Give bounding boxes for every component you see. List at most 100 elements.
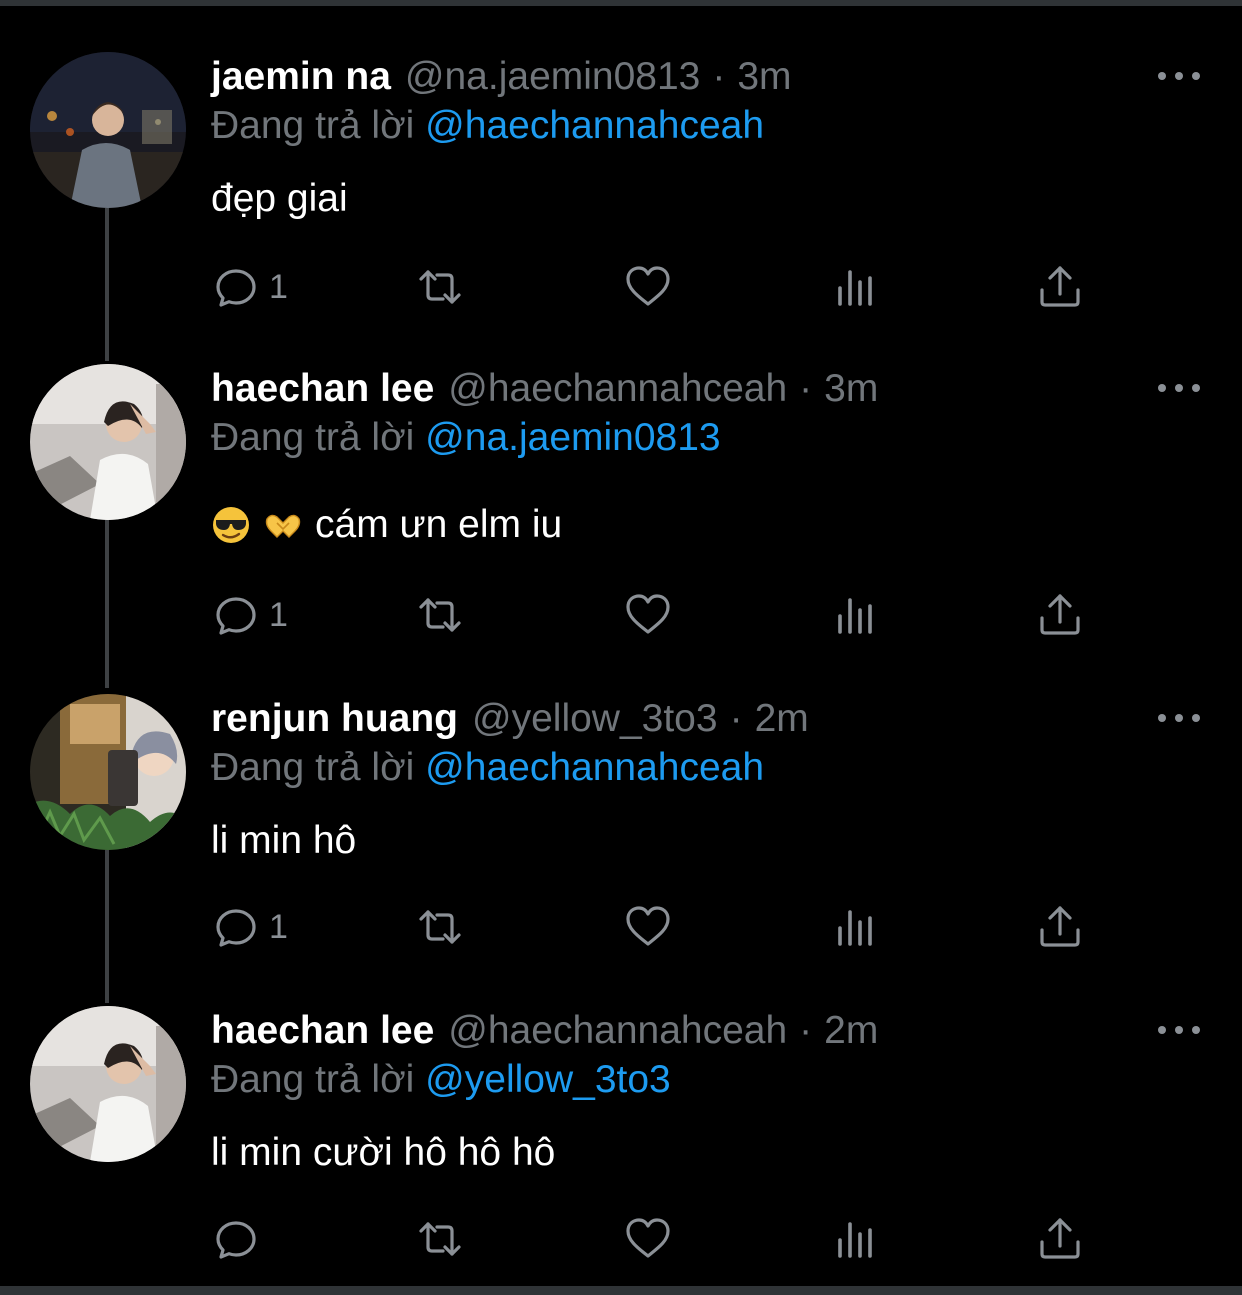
thread-connector (105, 848, 109, 1003)
views-button[interactable] (831, 590, 881, 640)
reply-icon (216, 269, 256, 307)
retweet-icon (419, 910, 461, 944)
replying-to: Đang trả lời @yellow_3to3 (211, 1058, 671, 1102)
replying-to-handle[interactable]: @haechannahceah (425, 746, 764, 789)
share-icon (1040, 266, 1080, 307)
avatar[interactable] (30, 52, 186, 208)
bottom-divider (0, 1286, 1242, 1295)
reply-button[interactable]: 1 (211, 590, 288, 640)
reply-count: 1 (269, 267, 288, 306)
timestamp[interactable]: 3m (737, 55, 791, 99)
reply-icon (216, 1221, 256, 1259)
separator-dot: · (799, 367, 813, 410)
replying-to: Đang trả lời @haechannahceah (211, 746, 764, 790)
like-button[interactable] (623, 1214, 673, 1264)
tweet-text: cám ưn elm iu (211, 502, 562, 548)
tweet-text: li min hô (211, 818, 356, 864)
like-icon (626, 1218, 670, 1258)
separator-dot: · (799, 1009, 813, 1052)
timestamp[interactable]: 2m (755, 697, 809, 741)
share-button[interactable] (1035, 902, 1085, 952)
avatar[interactable] (30, 694, 186, 850)
tweet-text-content: li min cười hô hô hô (211, 1131, 556, 1174)
retweet-button[interactable] (415, 1214, 465, 1264)
replying-to-handle[interactable]: @yellow_3to3 (425, 1058, 671, 1101)
share-icon (1040, 906, 1080, 947)
views-button[interactable] (831, 1214, 881, 1264)
tweet-text-content: li min hô (211, 819, 357, 862)
like-button[interactable] (623, 590, 673, 640)
tweet-text: li min cười hô hô hô (211, 1130, 555, 1176)
reply-count: 1 (269, 595, 288, 634)
views-button[interactable] (831, 262, 881, 312)
reply-icon (216, 909, 256, 947)
action-bar: 1 (211, 902, 1111, 952)
separator-dot: · (729, 697, 743, 740)
thread-connector (105, 206, 109, 361)
retweet-button[interactable] (415, 262, 465, 312)
replying-to-handle[interactable]: @haechannahceah (425, 104, 764, 147)
thread-connector (105, 518, 109, 688)
timestamp[interactable]: 2m (824, 1009, 878, 1053)
share-button[interactable] (1035, 262, 1085, 312)
reply-button[interactable]: 1 (211, 262, 288, 312)
action-bar: 1 (211, 262, 1111, 312)
retweet-button[interactable] (415, 590, 465, 640)
retweet-icon (419, 598, 461, 632)
replying-to: Đang trả lời @haechannahceah (211, 104, 764, 148)
like-icon (626, 594, 670, 634)
share-button[interactable] (1035, 1214, 1085, 1264)
tweet-header: jaemin na @na.jaemin0813 · 3m (211, 52, 792, 102)
more-options-icon[interactable] (1158, 706, 1200, 730)
top-divider (0, 0, 1242, 6)
reply-count: 1 (269, 907, 288, 946)
retweet-button[interactable] (415, 902, 465, 952)
user-handle[interactable]: @haechannahceah (448, 367, 787, 411)
replying-to-label: Đang trả lời (211, 1058, 415, 1101)
reply-button[interactable]: 1 (211, 902, 288, 952)
replying-to-handle[interactable]: @na.jaemin0813 (425, 416, 720, 459)
retweet-icon (419, 1222, 461, 1256)
user-handle[interactable]: @haechannahceah (448, 1009, 787, 1053)
avatar[interactable] (30, 364, 186, 520)
action-bar: 1 (211, 590, 1111, 640)
tweet-text-content: đẹp giai (211, 177, 348, 220)
views-icon (838, 910, 872, 946)
more-options-icon[interactable] (1158, 1018, 1200, 1042)
replying-to-label: Đang trả lời (211, 104, 415, 147)
tweet-text-content: cám ưn elm iu (315, 503, 563, 546)
more-options-icon[interactable] (1158, 64, 1200, 88)
replying-to-label: Đang trả lời (211, 416, 415, 459)
display-name[interactable]: renjun huang (211, 697, 458, 741)
share-button[interactable] (1035, 590, 1085, 640)
display-name[interactable]: haechan lee (211, 1009, 434, 1053)
tweet-header: haechan lee @haechannahceah · 2m (211, 1006, 878, 1056)
views-icon (838, 270, 872, 306)
separator-dot: · (712, 55, 726, 98)
share-icon (1040, 594, 1080, 635)
avatar[interactable] (30, 1006, 186, 1162)
tweet-header: renjun huang @yellow_3to3 · 2m (211, 694, 809, 744)
heart-hands-emoji-icon (265, 514, 301, 538)
like-button[interactable] (623, 902, 673, 952)
display-name[interactable]: jaemin na (211, 55, 391, 99)
like-button[interactable] (623, 262, 673, 312)
user-handle[interactable]: @na.jaemin0813 (405, 55, 700, 99)
views-icon (838, 1222, 872, 1258)
views-button[interactable] (831, 902, 881, 952)
user-handle[interactable]: @yellow_3to3 (472, 697, 718, 741)
retweet-icon (419, 270, 461, 304)
sunglasses-emoji-icon (213, 507, 249, 543)
like-icon (626, 266, 670, 306)
views-icon (838, 598, 872, 634)
action-bar (211, 1214, 1111, 1264)
tweet-text: đẹp giai (211, 176, 348, 222)
timestamp[interactable]: 3m (824, 367, 878, 411)
reply-icon (216, 597, 256, 635)
display-name[interactable]: haechan lee (211, 367, 434, 411)
replying-to: Đang trả lời @na.jaemin0813 (211, 416, 721, 460)
more-options-icon[interactable] (1158, 376, 1200, 400)
reply-button[interactable] (211, 1214, 269, 1264)
replying-to-label: Đang trả lời (211, 746, 415, 789)
tweet-header: haechan lee @haechannahceah · 3m (211, 364, 878, 414)
